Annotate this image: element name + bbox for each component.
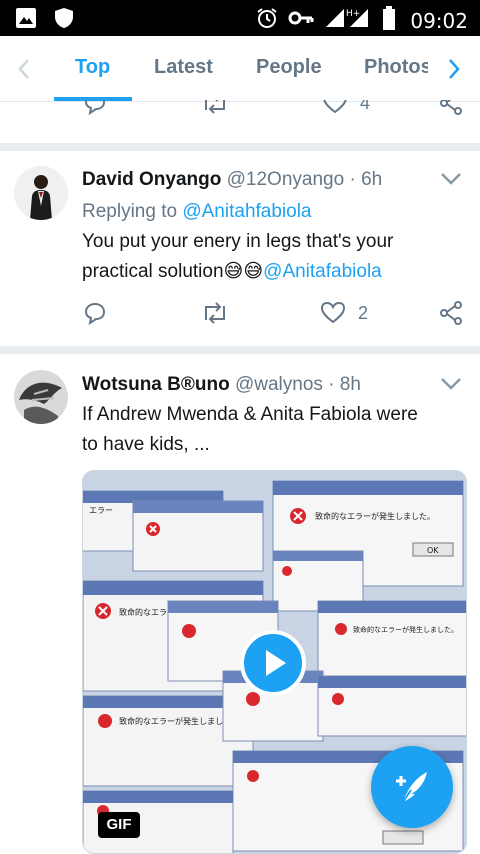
status-bar: H+ 09:02: [0, 0, 480, 36]
retweet-icon[interactable]: [200, 100, 230, 116]
svg-text:エラー: エラー: [89, 506, 113, 515]
share-icon[interactable]: [438, 100, 462, 116]
like-count: 2: [358, 302, 369, 323]
tab-top[interactable]: Top: [75, 56, 110, 79]
tweet-header: Wotsuna B®uno @walynos · 8h: [82, 374, 361, 396]
tab-latest[interactable]: Latest: [154, 56, 213, 79]
reply-mention-link[interactable]: @Anitahfabiola: [182, 201, 311, 222]
chevron-left-icon[interactable]: [16, 58, 32, 85]
like-icon[interactable]: 4: [322, 100, 370, 116]
mention-link[interactable]: @Anitafabiola: [263, 261, 382, 282]
reply-icon[interactable]: [82, 100, 108, 116]
user-handle[interactable]: @walynos: [235, 374, 323, 395]
play-button[interactable]: [240, 630, 306, 696]
prev-tweet-actions: 4: [82, 100, 462, 122]
svg-text:H+: H+: [346, 9, 360, 19]
svg-text:致命的なエラーが発生しました。: 致命的なエラーが発生しました。: [119, 716, 239, 726]
compose-tweet-button[interactable]: [371, 746, 453, 828]
avatar[interactable]: [14, 166, 68, 220]
like-icon[interactable]: 2: [320, 300, 368, 326]
display-name[interactable]: Wotsuna B®uno: [82, 374, 230, 395]
tweet-time: · 6h: [349, 169, 383, 190]
shield-icon: [52, 6, 76, 35]
feather-plus-icon: [371, 772, 453, 832]
emoji: 😅😅: [223, 261, 264, 282]
signal-icon: H+: [324, 7, 372, 34]
avatar[interactable]: [14, 370, 68, 424]
share-icon[interactable]: [438, 300, 464, 326]
chevron-right-icon[interactable]: [446, 58, 462, 85]
tab-photos[interactable]: Photos: [364, 56, 428, 79]
tweet-header: David Onyango @12Onyango · 6h: [82, 169, 382, 191]
tweet-text: If Andrew Mwenda & Anita Fabiola were to…: [82, 400, 462, 460]
clock-time: 09:02: [410, 8, 468, 33]
tab-people[interactable]: People: [256, 56, 322, 79]
search-tab-bar: Top Latest People Photos: [0, 36, 480, 102]
tweet-time: · 8h: [328, 374, 361, 395]
gif-badge: GIF: [98, 812, 140, 838]
reply-icon[interactable]: [82, 300, 108, 326]
key-icon: [288, 8, 314, 33]
tweet-text: You put your enery in legs that's your p…: [82, 227, 462, 287]
tweet-actions: 2: [82, 300, 462, 330]
tweet-text-line: If Andrew Mwenda & Anita Fabiola were: [82, 404, 418, 425]
tweet-divider: [0, 346, 480, 354]
tweet-text-line: to have kids, ...: [82, 434, 210, 455]
chevron-down-icon[interactable]: [440, 172, 462, 191]
display-name[interactable]: David Onyango: [82, 169, 221, 190]
svg-text:致命的なエラーが発生しました。: 致命的なエラーが発生しました。: [315, 511, 435, 521]
reply-context: Replying to @Anitahfabiola: [82, 197, 462, 227]
replying-prefix: Replying to: [82, 201, 183, 222]
user-handle[interactable]: @12Onyango: [227, 169, 345, 190]
tweet-divider: [0, 143, 480, 151]
like-count: 4: [360, 100, 371, 113]
gallery-icon: [14, 6, 38, 35]
chevron-down-icon[interactable]: [440, 377, 462, 396]
alarm-icon: [256, 7, 278, 34]
battery-icon: [382, 6, 396, 35]
retweet-icon[interactable]: [200, 300, 230, 326]
svg-text:致命的なエラーが発生しました。: 致命的なエラーが発生しました。: [353, 625, 458, 634]
svg-text:OK: OK: [427, 546, 439, 555]
